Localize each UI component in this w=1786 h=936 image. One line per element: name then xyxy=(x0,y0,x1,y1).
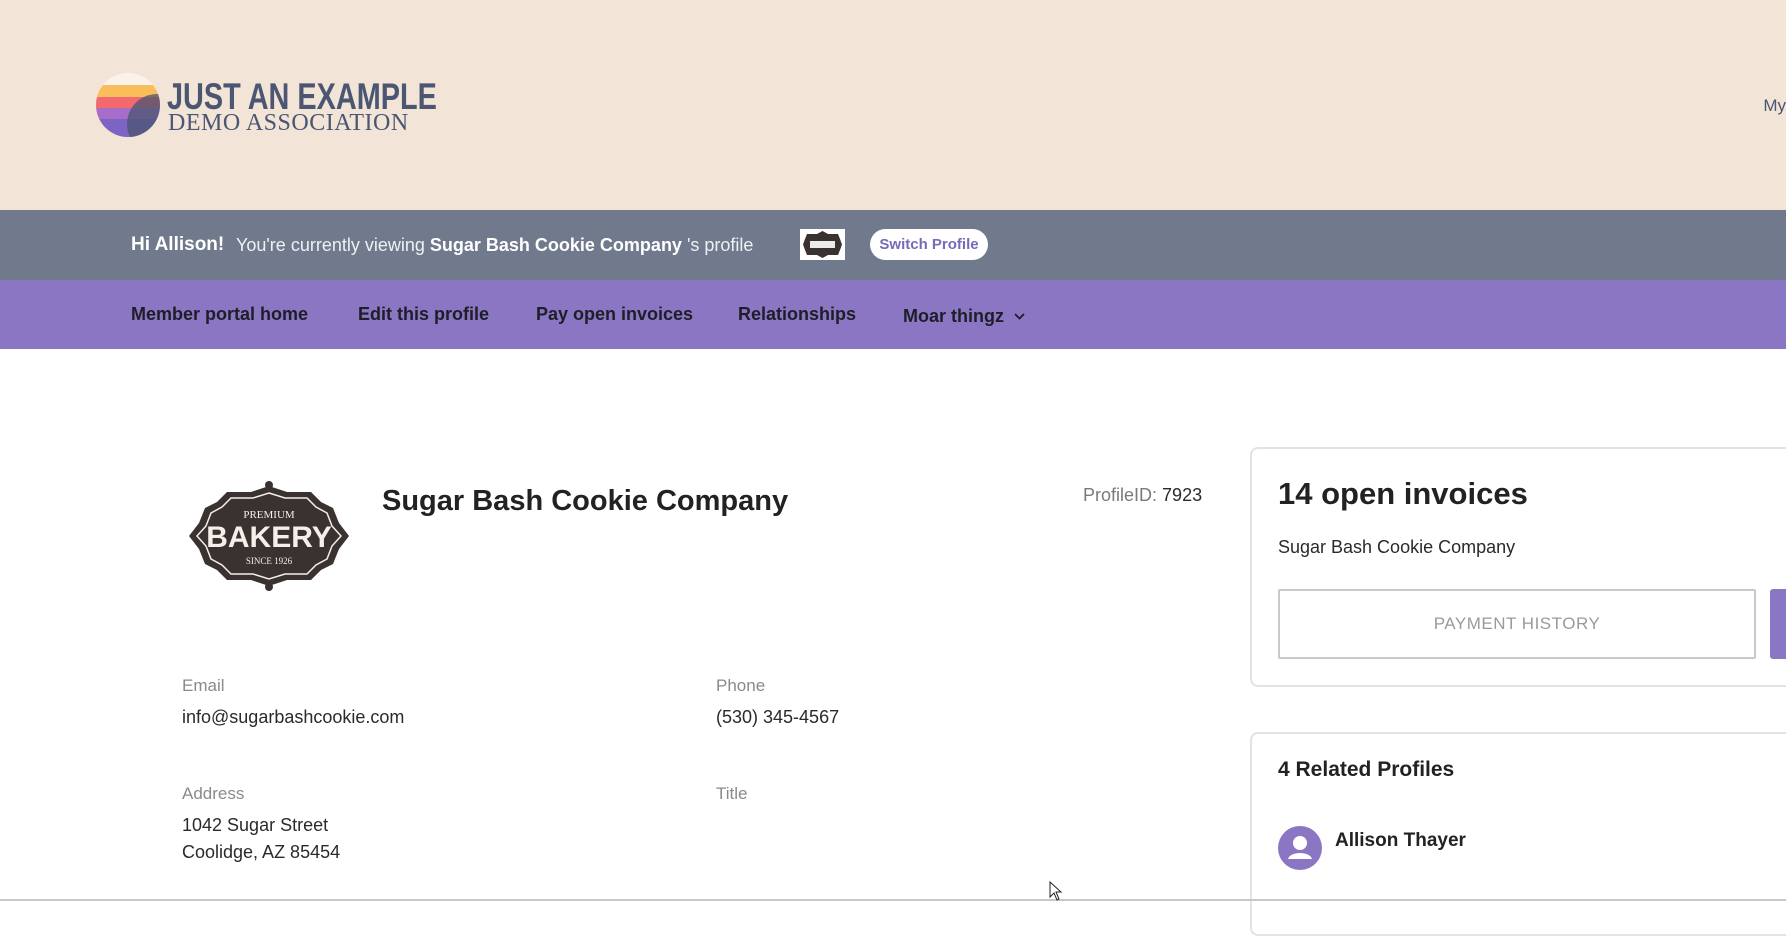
pay-invoices-button[interactable] xyxy=(1770,589,1786,659)
site-header: JUST AN EXAMPLE DEMO ASSOCIATION My xyxy=(0,0,1786,210)
nav-relationships[interactable]: Relationships xyxy=(738,304,856,325)
invoice-company-name: Sugar Bash Cookie Company xyxy=(1278,537,1516,557)
logo-text-main: BAKERY xyxy=(206,521,332,554)
phone-label: Phone xyxy=(716,676,766,695)
my-account-link[interactable]: My xyxy=(1763,96,1786,116)
viewing-profile-name: Sugar Bash Cookie Company xyxy=(429,235,682,255)
viewing-notice: You're currently viewing Sugar Bash Cook… xyxy=(236,235,753,256)
profile-id-value: 7923 xyxy=(1162,485,1203,505)
sunset-logo-icon xyxy=(96,73,160,137)
nav-pay-open-invoices[interactable]: Pay open invoices xyxy=(536,304,693,325)
open-invoices-title: 14 open invoices xyxy=(1278,476,1528,511)
company-logo: PREMIUM BAKERY SINCE 1926 xyxy=(183,478,355,599)
viewing-suffix: 's profile xyxy=(686,235,754,255)
address-line2: Coolidge, AZ 85454 xyxy=(182,842,341,862)
profile-thumbnail xyxy=(800,229,845,260)
payment-history-button[interactable]: PAYMENT HISTORY xyxy=(1278,589,1756,659)
related-profiles-title: 4 Related Profiles xyxy=(1278,758,1455,781)
logo-text-bottom: SINCE 1926 xyxy=(246,556,293,566)
association-logo[interactable]: JUST AN EXAMPLE DEMO ASSOCIATION xyxy=(95,72,437,138)
profile-bar: Hi Allison! You're currently viewing Sug… xyxy=(0,210,1786,280)
nav-moar-thingz[interactable]: Moar thingz xyxy=(903,304,1025,327)
related-profiles-card: 4 Related Profiles Allison Thayer xyxy=(1250,732,1786,936)
user-avatar-icon xyxy=(1278,826,1322,870)
title-label: Title xyxy=(716,784,748,803)
nav-moar-thingz-label: Moar thingz xyxy=(903,306,1004,326)
profile-name: Sugar Bash Cookie Company xyxy=(382,485,789,517)
logo-text-top: PREMIUM xyxy=(243,509,295,521)
nav-edit-profile[interactable]: Edit this profile xyxy=(358,304,489,325)
address-line1: 1042 Sugar Street xyxy=(182,815,329,835)
profile-id: ProfileID: 7923 xyxy=(1083,485,1202,506)
phone-value[interactable]: (530) 345-4567 xyxy=(716,707,839,728)
email-value[interactable]: info@sugarbashcookie.com xyxy=(182,707,404,728)
nav-member-portal-home[interactable]: Member portal home xyxy=(131,304,308,325)
open-invoices-card: 14 open invoices Sugar Bash Cookie Compa… xyxy=(1250,447,1786,687)
logo-subtitle: DEMO ASSOCIATION xyxy=(168,110,409,136)
profile-id-label: ProfileID: xyxy=(1083,485,1158,505)
related-profile-name[interactable]: Allison Thayer xyxy=(1335,830,1466,852)
mouse-cursor-icon xyxy=(1049,880,1063,906)
main-nav: Member portal home Edit this profile Pay… xyxy=(0,280,1786,349)
viewing-prefix: You're currently viewing xyxy=(236,235,425,255)
address-label: Address xyxy=(182,784,245,803)
email-label: Email xyxy=(182,676,225,695)
switch-profile-button[interactable]: Switch Profile xyxy=(870,229,988,260)
chevron-down-icon xyxy=(1014,304,1025,325)
greeting: Hi Allison! xyxy=(131,234,225,255)
